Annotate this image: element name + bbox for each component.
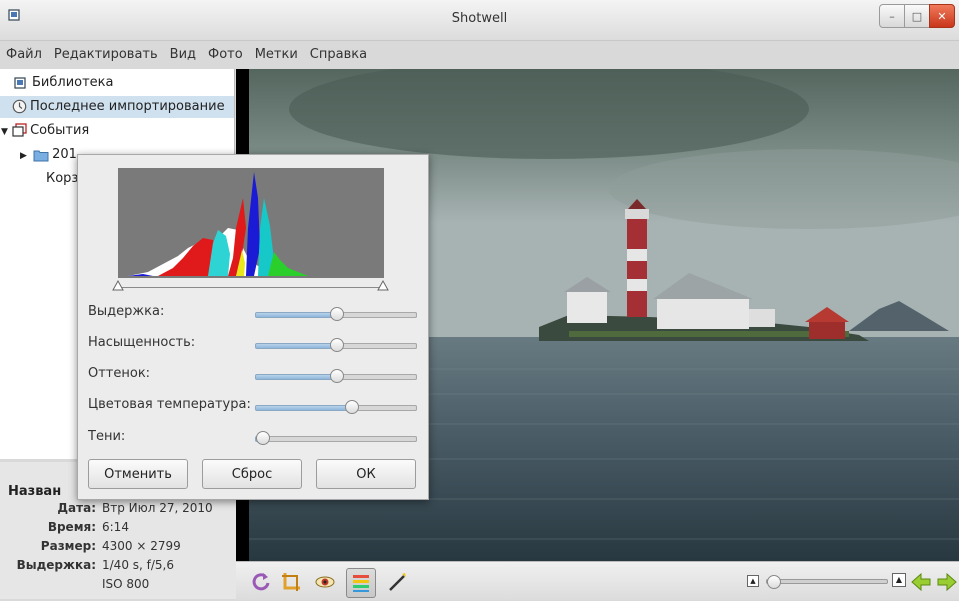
temperature-slider[interactable] bbox=[255, 400, 417, 414]
slider-track-rest bbox=[350, 405, 417, 411]
histogram-left-handle[interactable] bbox=[112, 279, 124, 291]
rotate-icon[interactable] bbox=[250, 571, 272, 593]
next-icon[interactable] bbox=[936, 571, 958, 593]
metadata-value: 6:14 bbox=[102, 520, 129, 534]
saturation-slider[interactable] bbox=[255, 338, 417, 352]
metadata-value: 1/40 s, f/5,6 bbox=[102, 558, 174, 572]
zoom-in-icon[interactable]: ▲ bbox=[892, 573, 906, 587]
histogram-right-handle[interactable] bbox=[377, 279, 389, 291]
slider-knob[interactable] bbox=[256, 431, 270, 445]
menu-edit[interactable]: Редактировать bbox=[48, 43, 164, 67]
zoom-slider-knob[interactable] bbox=[767, 575, 781, 589]
red-eye-icon[interactable] bbox=[314, 571, 336, 593]
minimize-icon: – bbox=[889, 9, 895, 23]
slider-knob[interactable] bbox=[345, 400, 359, 414]
sidebar-item-label: 201 bbox=[52, 147, 77, 162]
adjust-icon bbox=[353, 575, 369, 592]
menu-bar: Файл Редактировать Вид Фото Метки Справк… bbox=[0, 43, 373, 67]
slider-knob[interactable] bbox=[330, 338, 344, 352]
slider-knob[interactable] bbox=[330, 369, 344, 383]
menu-view[interactable]: Вид bbox=[164, 43, 202, 67]
metadata-title-key: Назван bbox=[8, 484, 62, 499]
shadows-label: Тени: bbox=[88, 429, 126, 444]
histogram-range-track bbox=[118, 287, 384, 288]
shadows-slider[interactable] bbox=[255, 431, 417, 445]
menu-photo[interactable]: Фото bbox=[202, 43, 249, 67]
menu-help[interactable]: Справка bbox=[304, 43, 373, 67]
sidebar-item-trash[interactable]: Корз bbox=[46, 168, 78, 190]
metadata-key: Дата: bbox=[57, 501, 96, 515]
close-button[interactable]: ✕ bbox=[929, 4, 955, 28]
sidebar-item-library[interactable]: Библиотека bbox=[0, 72, 234, 94]
metadata-key: Выдержка: bbox=[16, 558, 96, 572]
zoom-slider[interactable] bbox=[766, 575, 888, 589]
slider-track-rest bbox=[335, 374, 417, 380]
reset-button[interactable]: Сброс bbox=[202, 459, 302, 489]
metadata-key: Время: bbox=[47, 520, 96, 534]
slider-knob[interactable] bbox=[330, 307, 344, 321]
sidebar-item-label: Последнее импортирование bbox=[30, 99, 225, 114]
temperature-label: Цветовая температура: bbox=[88, 397, 251, 412]
ok-button[interactable]: ОК bbox=[316, 459, 416, 489]
sidebar-item-events[interactable]: ▼ События bbox=[0, 120, 89, 142]
crop-icon[interactable] bbox=[280, 571, 302, 593]
adjust-button[interactable] bbox=[346, 568, 376, 598]
maximize-button[interactable]: □ bbox=[904, 4, 930, 28]
slider-track-rest bbox=[335, 312, 417, 318]
expander-closed-icon[interactable]: ▶ bbox=[20, 151, 27, 161]
metadata-value: 4300 × 2799 bbox=[102, 539, 181, 553]
sidebar-item-last-import[interactable]: Последнее импортирование bbox=[0, 96, 234, 118]
minimize-button[interactable]: – bbox=[879, 4, 905, 28]
exposure-label: Выдержка: bbox=[88, 304, 165, 319]
window-title: Shotwell bbox=[451, 11, 508, 26]
zoom-out-icon[interactable]: ▲ bbox=[747, 575, 759, 587]
tint-slider[interactable] bbox=[255, 369, 417, 383]
close-icon: ✕ bbox=[937, 9, 947, 23]
menu-tags[interactable]: Метки bbox=[249, 43, 304, 67]
sidebar-item-label: Библиотека bbox=[32, 75, 114, 90]
exposure-slider[interactable] bbox=[255, 307, 417, 321]
previous-icon[interactable] bbox=[910, 571, 932, 593]
maximize-icon: □ bbox=[911, 9, 923, 23]
title-bar: Shotwell – □ ✕ bbox=[0, 0, 959, 41]
menu-file[interactable]: Файл bbox=[0, 43, 48, 67]
library-icon bbox=[14, 76, 26, 89]
cancel-button[interactable]: Отменить bbox=[88, 459, 188, 489]
clock-icon bbox=[12, 99, 27, 114]
slider-track-rest bbox=[335, 343, 417, 349]
metadata-value: Втр Июл 27, 2010 bbox=[102, 501, 213, 515]
slider-track-rest bbox=[261, 436, 417, 442]
straighten-icon[interactable] bbox=[386, 571, 408, 593]
sidebar-item-label: Корз bbox=[46, 171, 79, 186]
folder-icon bbox=[33, 150, 49, 161]
metadata-value: ISO 800 bbox=[102, 577, 150, 591]
metadata-key: Размер: bbox=[40, 539, 96, 553]
tint-label: Оттенок: bbox=[88, 366, 151, 381]
window-controls: – □ ✕ bbox=[879, 4, 955, 32]
histogram bbox=[118, 168, 384, 278]
events-icon bbox=[12, 123, 27, 137]
adjust-dialog: Выдержка: Насыщенность: Оттенок: Цветова… bbox=[77, 154, 429, 500]
expander-open-icon[interactable]: ▼ bbox=[1, 127, 8, 137]
sidebar-item-year[interactable]: ▶ 201 bbox=[0, 144, 77, 166]
saturation-label: Насыщенность: bbox=[88, 335, 196, 350]
edit-toolbar: ▲ ▲ bbox=[236, 561, 959, 600]
sidebar-item-label: События bbox=[30, 123, 90, 138]
